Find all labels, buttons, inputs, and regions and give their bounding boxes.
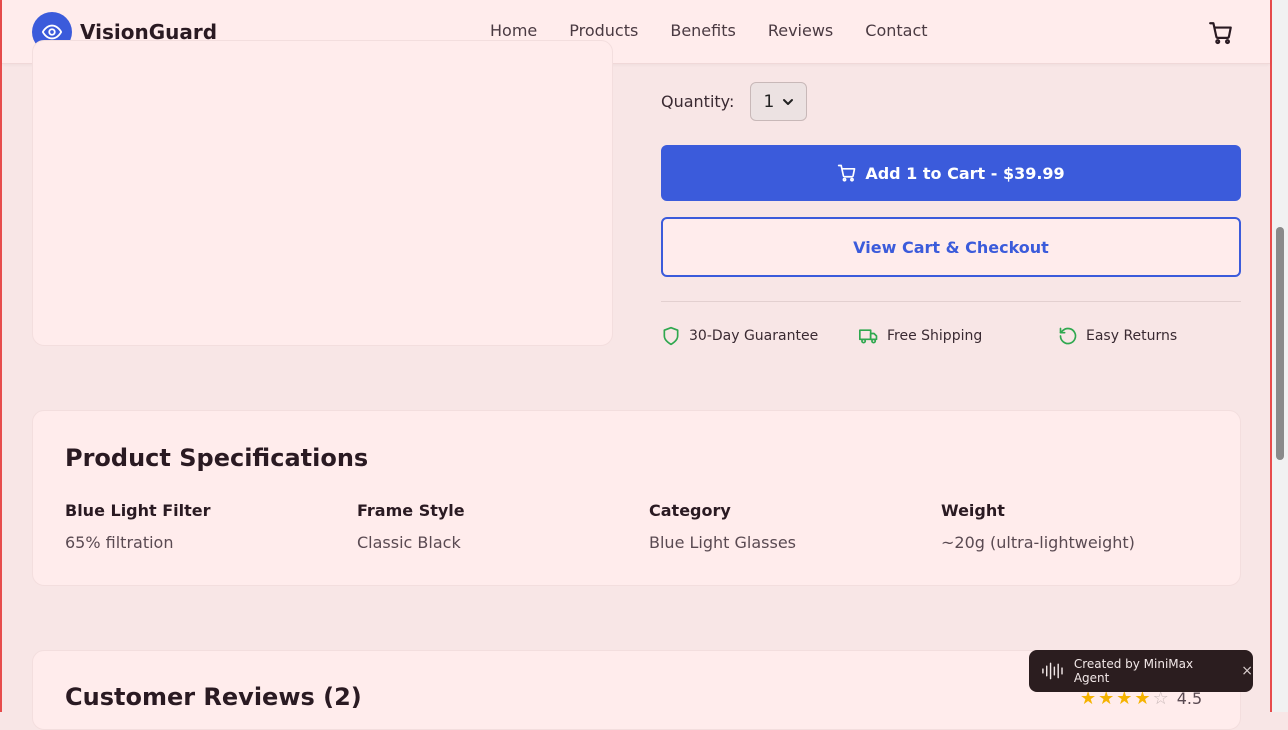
nav-products[interactable]: Products [569,21,638,40]
star-icon: ★ [1080,687,1097,709]
spec-frame-style: Frame Style Classic Black [357,501,465,552]
spec-category: Category Blue Light Glasses [649,501,796,552]
scrollbar-thumb[interactable] [1276,227,1284,460]
quantity-label: Quantity: [661,92,735,111]
view-cart-button[interactable]: View Cart & Checkout [661,217,1241,277]
nav-contact[interactable]: Contact [865,21,927,40]
perk-returns: Easy Returns [1058,326,1177,346]
scrollbar[interactable] [1272,0,1288,712]
product-specifications: Product Specifications Blue Light Filter… [32,410,1241,586]
spec-value: ~20g (ultra-lightweight) [941,533,1135,552]
star-outline-icon: ☆ [1152,687,1169,709]
page-frame-left [0,0,2,712]
shield-icon [663,326,679,346]
spec-blue-light: Blue Light Filter 65% filtration [65,501,211,552]
nav-reviews[interactable]: Reviews [768,21,833,40]
spec-label: Frame Style [357,501,465,520]
perk-label: Free Shipping [887,328,983,344]
spec-label: Blue Light Filter [65,501,211,520]
quantity-value: 1 [763,91,775,112]
add-to-cart-button[interactable]: Add 1 to Cart - $39.99 [661,145,1241,201]
perk-shipping: Free Shipping [859,326,982,346]
view-cart-label: View Cart & Checkout [853,237,1049,257]
quantity-select[interactable]: 1 [750,82,808,121]
cart-icon[interactable] [1208,20,1234,46]
waveform-icon [1042,662,1063,680]
close-icon[interactable]: × [1241,663,1253,679]
perk-label: 30-Day Guarantee [689,328,819,344]
perk-guarantee: 30-Day Guarantee [661,326,818,346]
product-image-card [32,40,613,346]
chevron-down-icon [783,98,794,105]
spec-label: Weight [941,501,1005,520]
spec-value: Classic Black [357,533,461,552]
quantity-row: Quantity: 1 [661,82,808,121]
created-by-badge[interactable]: Created by MiniMax Agent × [1029,650,1253,692]
nav-benefits[interactable]: Benefits [670,21,736,40]
spec-value: Blue Light Glasses [649,533,797,552]
specs-title: Product Specifications [65,444,369,472]
refresh-icon [1059,327,1077,345]
spec-value: 65% filtration [65,533,174,552]
badge-text: Created by MiniMax Agent [1073,657,1194,685]
add-to-cart-label: Add 1 to Cart - $39.99 [865,163,1065,183]
main-nav: Home Products Benefits Reviews Contact [490,21,928,40]
divider [661,301,1241,302]
nav-home[interactable]: Home [490,21,537,40]
spec-weight: Weight ~20g (ultra-lightweight) [941,501,1135,552]
star-icon: ★ [1116,687,1133,709]
perks-row: 30-Day Guarantee Free Shipping Easy Retu… [661,326,1241,346]
perk-label: Easy Returns [1086,328,1178,344]
truck-icon [859,329,878,344]
reviews-title: Customer Reviews (2) [65,683,362,711]
cart-icon [838,164,856,182]
star-icon: ★ [1134,687,1151,709]
spec-label: Category [649,501,731,520]
star-icon: ★ [1098,687,1115,709]
